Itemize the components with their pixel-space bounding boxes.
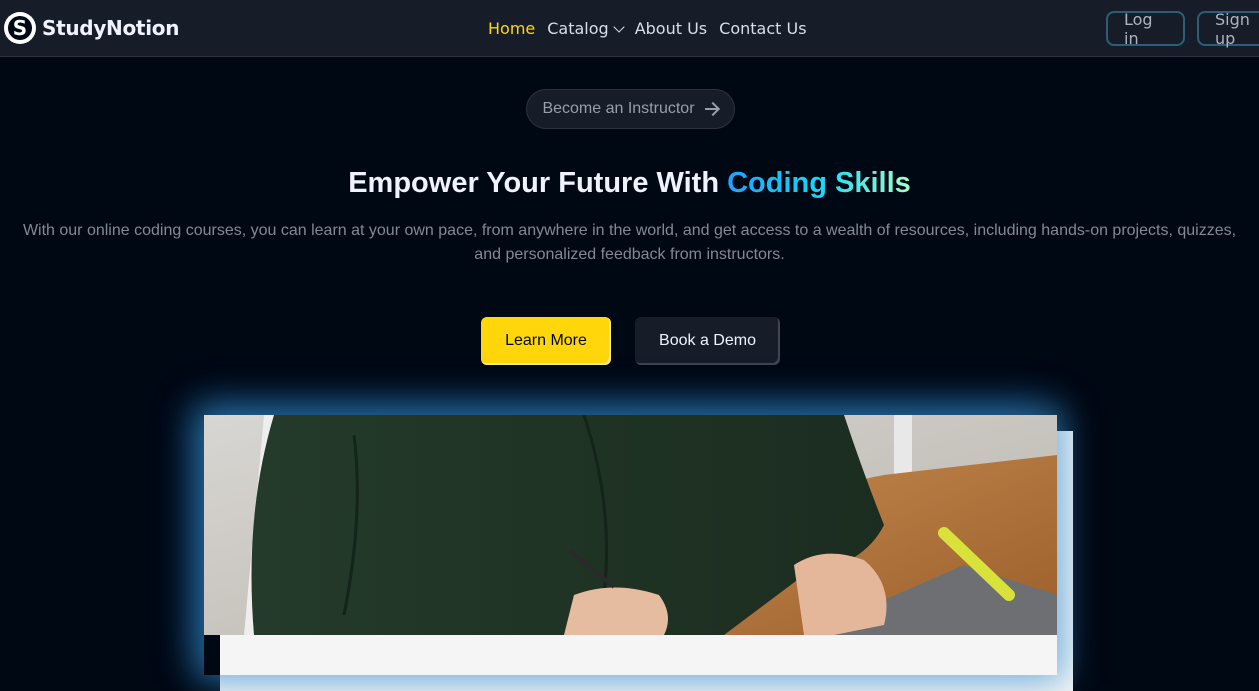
arrow-right-icon <box>704 103 719 115</box>
hero-subtext: With our online coding courses, you can … <box>22 222 1237 263</box>
nav-link-home[interactable]: Home <box>488 19 535 38</box>
login-button[interactable]: Log in <box>1106 10 1185 48</box>
brand-logo[interactable]: S StudyNotion <box>4 12 179 44</box>
nav-link-about[interactable]: About Us <box>635 19 707 38</box>
chevron-down-icon <box>613 20 625 33</box>
hero-video[interactable] <box>204 415 1057 675</box>
become-instructor-button[interactable]: Become an Instructor <box>526 89 735 129</box>
hero-headline-prefix: Empower Your Future With <box>348 167 728 199</box>
hero-image <box>204 415 1057 635</box>
nav-link-catalog[interactable]: Catalog <box>547 19 625 38</box>
logo-letter: S <box>8 16 32 40</box>
nav-link-contact[interactable]: Contact Us <box>719 19 806 38</box>
book-demo-button[interactable]: Book a Demo <box>635 317 780 365</box>
become-instructor-label: Become an Instructor <box>542 100 695 117</box>
nav-links: Home Catalog About Us Contact Us <box>488 19 807 38</box>
nav-link-catalog-label: Catalog <box>547 19 609 38</box>
brand-name: StudyNotion <box>42 16 180 40</box>
learn-more-button[interactable]: Learn More <box>481 317 611 365</box>
hero-headline-highlight: Coding Skills <box>727 167 911 199</box>
signup-button[interactable]: Sign up <box>1197 10 1259 48</box>
navbar: S StudyNotion Home Catalog About Us Cont… <box>0 0 1259 57</box>
hero-headline: Empower Your Future With Coding Skills <box>0 167 1259 200</box>
logo-mark-icon: S <box>4 12 36 44</box>
